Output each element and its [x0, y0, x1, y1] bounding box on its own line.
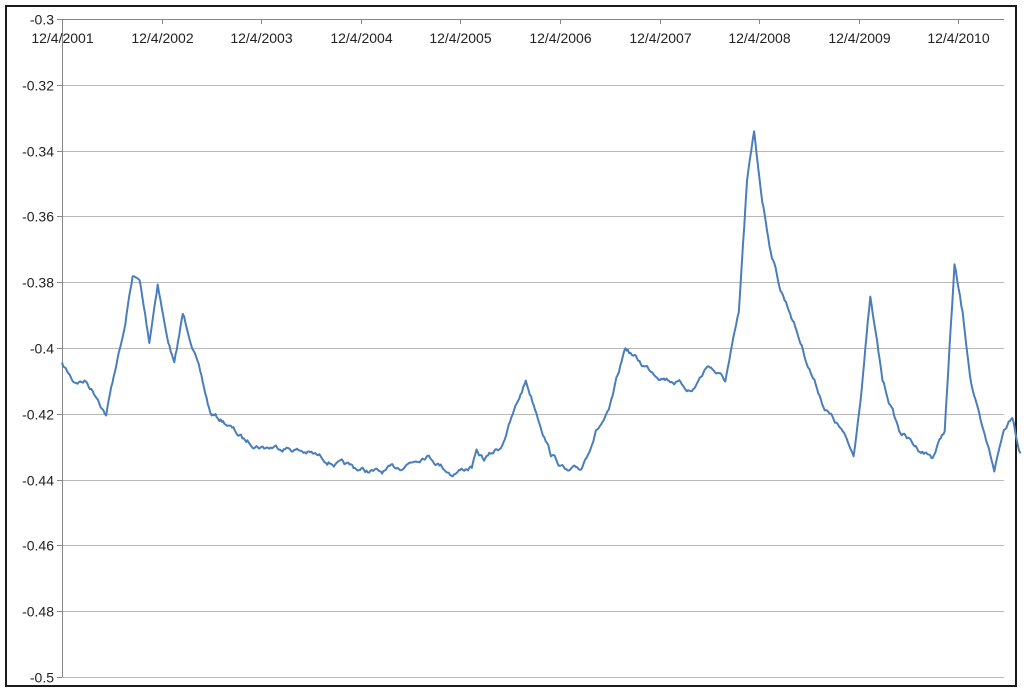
y-tick-label: -0.34 — [22, 144, 54, 160]
x-tick-label: 12/4/2007 — [629, 30, 691, 46]
y-tick-label: -0.3 — [30, 12, 54, 28]
y-tick-label: -0.5 — [30, 670, 54, 686]
x-tick-labels: 12/4/2001 12/4/2002 12/4/2003 12/4/2004 12/4… — [31, 30, 989, 46]
series-layer — [61, 130, 1022, 478]
y-tick-label: -0.48 — [22, 604, 54, 620]
x-tick-label: 12/4/2008 — [728, 30, 790, 46]
y-tick-label: -0.46 — [22, 538, 54, 554]
x-tick-label: 12/4/2004 — [330, 30, 392, 46]
y-tick-label: -0.36 — [22, 209, 54, 225]
x-tick-label: 12/4/2001 — [31, 30, 93, 46]
x-tick-label: 12/4/2005 — [429, 30, 491, 46]
y-tick-label: -0.42 — [22, 407, 54, 423]
y-tick-label: -0.32 — [22, 78, 54, 94]
x-tick-label: 12/4/2003 — [230, 30, 292, 46]
series-line — [61, 130, 1022, 478]
x-tick-label: 12/4/2010 — [927, 30, 989, 46]
y-tick-label: -0.44 — [22, 473, 54, 489]
y-tick-labels: -0.3 -0.32 -0.34 -0.36 -0.38 -0.4 -0.42 -0.44 -0… — [22, 12, 54, 686]
y-tick-label: -0.38 — [22, 275, 54, 291]
line-chart: -0.3 -0.32 -0.34 -0.36 -0.38 -0.4 -0.42 -0.44 -0… — [22, 12, 1022, 686]
x-tick-label: 12/4/2006 — [529, 30, 591, 46]
x-tick-label: 12/4/2002 — [131, 30, 193, 46]
y-tick-label: -0.4 — [30, 341, 54, 357]
x-tick-label: 12/4/2009 — [828, 30, 890, 46]
